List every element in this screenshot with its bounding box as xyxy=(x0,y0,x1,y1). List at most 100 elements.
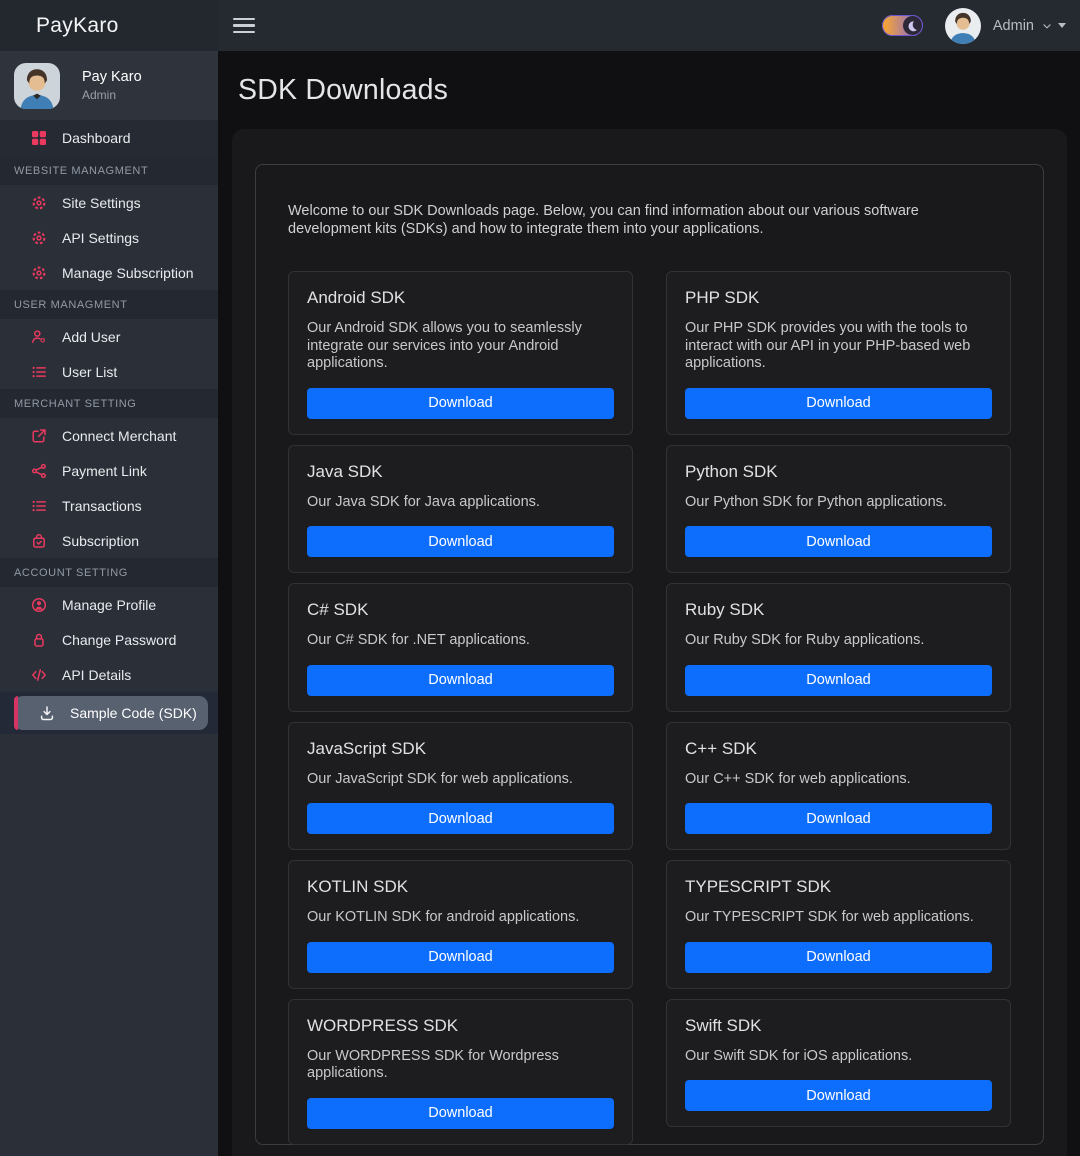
sdk-card-title: C++ SDK xyxy=(685,738,992,759)
sidebar-item-label: Dashboard xyxy=(62,130,131,146)
sdk-card-title: JavaScript SDK xyxy=(307,738,614,759)
sidebar-item-dashboard[interactable]: Dashboard xyxy=(0,120,218,156)
download-button[interactable]: Download xyxy=(685,942,992,973)
caret-down-icon xyxy=(1058,23,1066,28)
sidebar-item-subscription[interactable]: Subscription xyxy=(0,523,218,558)
sdk-container: Welcome to our SDK Downloads page. Below… xyxy=(255,164,1044,1145)
sdk-card-description: Our Python SDK for Python applications. xyxy=(685,494,992,512)
sdk-card-description: Our Java SDK for Java applications. xyxy=(307,494,614,512)
sidebar-item-label: API Details xyxy=(62,667,131,683)
brand-logo: PayKaro xyxy=(0,0,218,51)
avatar-photo-icon xyxy=(945,8,981,44)
sidebar-item-add-user[interactable]: Add User xyxy=(0,319,218,354)
sidebar-item-label: User List xyxy=(62,364,117,380)
sdk-card-description: Our PHP SDK provides you with the tools … xyxy=(685,320,992,373)
download-button[interactable]: Download xyxy=(307,665,614,696)
list-icon xyxy=(30,497,47,514)
sidebar-item-user-list[interactable]: User List xyxy=(0,354,218,389)
avatar-photo-icon xyxy=(14,63,60,109)
external-link-icon xyxy=(30,427,47,444)
sdk-card-description: Our Ruby SDK for Ruby applications. xyxy=(685,632,992,650)
sdk-card-title: C# SDK xyxy=(307,599,614,620)
sidebar-item-manage-profile[interactable]: Manage Profile xyxy=(0,587,218,622)
dark-mode-toggle[interactable] xyxy=(882,15,923,36)
sidebar-item-label: Site Settings xyxy=(62,195,141,211)
sdk-card-description: Our JavaScript SDK for web applications. xyxy=(307,771,614,789)
toggle-knob xyxy=(903,16,922,35)
gear-icon xyxy=(30,229,47,246)
sdk-card-swift-sdk: Swift SDK Our Swift SDK for iOS applicati… xyxy=(666,999,1011,1128)
download-button[interactable]: Download xyxy=(307,803,614,834)
sdk-card-javascript-sdk: JavaScript SDK Our JavaScript SDK for web… xyxy=(288,722,633,851)
hamburger-menu-icon[interactable] xyxy=(233,14,255,37)
download-button[interactable]: Download xyxy=(685,388,992,419)
list-icon xyxy=(30,363,47,380)
person-circle-icon xyxy=(30,596,47,613)
download-button[interactable]: Download xyxy=(307,942,614,973)
download-button[interactable]: Download xyxy=(685,1080,992,1111)
page-title: SDK Downloads xyxy=(218,51,1080,129)
gear-icon xyxy=(30,264,47,281)
sdk-card-python-sdk: Python SDK Our Python SDK for Python appl… xyxy=(666,445,1011,574)
sdk-card-title: WORDPRESS SDK xyxy=(307,1015,614,1036)
sidebar-item-label: Connect Merchant xyxy=(62,428,176,444)
dashboard-grid-icon xyxy=(30,130,47,147)
sidebar-item-connect-merchant[interactable]: Connect Merchant xyxy=(0,418,218,453)
person-plus-icon xyxy=(30,328,47,345)
download-button[interactable]: Download xyxy=(307,1098,614,1129)
sdk-card-description: Our C++ SDK for web applications. xyxy=(685,771,992,789)
sdk-card-title: Android SDK xyxy=(307,287,614,308)
sidebar-item-payment-link[interactable]: Payment Link xyxy=(0,453,218,488)
sdk-card-c-sdk: C# SDK Our C# SDK for .NET applications. D… xyxy=(288,583,633,712)
sdk-card-description: Our C# SDK for .NET applications. xyxy=(307,632,614,650)
sidebar-item-label: Manage Subscription xyxy=(62,265,194,281)
sidebar-item-site-settings[interactable]: Site Settings xyxy=(0,185,218,220)
sidebar-item-api-settings[interactable]: API Settings xyxy=(0,220,218,255)
download-button[interactable]: Download xyxy=(685,665,992,696)
lock-icon xyxy=(30,631,47,648)
sdk-card-title: KOTLIN SDK xyxy=(307,876,614,897)
gear-icon xyxy=(30,194,47,211)
sidebar-item-api-details[interactable]: API Details xyxy=(0,657,218,692)
sdk-card-description: Our WORDPRESS SDK for Wordpress applicat… xyxy=(307,1048,614,1083)
sdk-card-title: Python SDK xyxy=(685,461,992,482)
sdk-card-kotlin-sdk: KOTLIN SDK Our KOTLIN SDK for android app… xyxy=(288,860,633,989)
intro-text: Welcome to our SDK Downloads page. Below… xyxy=(288,203,988,238)
download-button[interactable]: Download xyxy=(685,803,992,834)
moon-icon xyxy=(906,20,918,32)
page-content: SDK Downloads Welcome to our SDK Downloa… xyxy=(218,51,1080,1156)
sidebar-item-label: Change Password xyxy=(62,632,176,648)
profile-role: Admin xyxy=(82,88,142,102)
download-button[interactable]: Download xyxy=(307,526,614,557)
sdk-card-php-sdk: PHP SDKOur PHP SDK provides you with the… xyxy=(666,271,1011,435)
sidebar-item-label: API Settings xyxy=(62,230,139,246)
nav-section-header: WEBSITE MANAGMENT xyxy=(0,156,218,185)
share-icon xyxy=(30,462,47,479)
sdk-card-description: Our KOTLIN SDK for android applications. xyxy=(307,909,614,927)
sdk-card-ruby-sdk: Ruby SDKOur Ruby SDK for Ruby applicatio… xyxy=(666,583,1011,712)
nav-active-row: Sample Code (SDK) xyxy=(0,692,218,734)
sidebar-item-change-password[interactable]: Change Password xyxy=(0,622,218,657)
sidebar-item-label: Sample Code (SDK) xyxy=(70,705,197,721)
sidebar-item-transactions[interactable]: Transactions xyxy=(0,488,218,523)
sdk-card-description: Our TYPESCRIPT SDK for web applications. xyxy=(685,909,992,927)
sdk-card-c-sdk: C++ SDK Our C++ SDK for web applications.… xyxy=(666,722,1011,851)
sidebar-item-label: Subscription xyxy=(62,533,139,549)
nav-section-header: ACCOUNT SETTING xyxy=(0,558,218,587)
sidebar-item-label: Manage Profile xyxy=(62,597,156,613)
download-button[interactable]: Download xyxy=(307,388,614,419)
sidebar-profile: Pay Karo Admin xyxy=(0,51,218,120)
sdk-card-description: Our Swift SDK for iOS applications. xyxy=(685,1048,992,1066)
nav-section-header: MERCHANT SETTING xyxy=(0,389,218,418)
sdk-card-java-sdk: Java SDKOur Java SDK for Java applicatio… xyxy=(288,445,633,574)
sidebar-item-label: Transactions xyxy=(62,498,142,514)
download-button[interactable]: Download xyxy=(685,526,992,557)
main-area: Admin SDK Downloads Welcome to our SDK D… xyxy=(218,0,1080,1156)
nav-section-header: USER MANAGMENT xyxy=(0,290,218,319)
sidebar-item-sample-code-sdk[interactable]: Sample Code (SDK) xyxy=(14,696,208,730)
sdk-card-android-sdk: Android SDKOur Android SDK allows you to… xyxy=(288,271,633,435)
sidebar-item-manage-subscription[interactable]: Manage Subscription xyxy=(0,255,218,290)
topbar-avatar[interactable] xyxy=(945,8,981,44)
admin-dropdown[interactable]: Admin xyxy=(993,18,1066,34)
sdk-card-title: Swift SDK xyxy=(685,1015,992,1036)
